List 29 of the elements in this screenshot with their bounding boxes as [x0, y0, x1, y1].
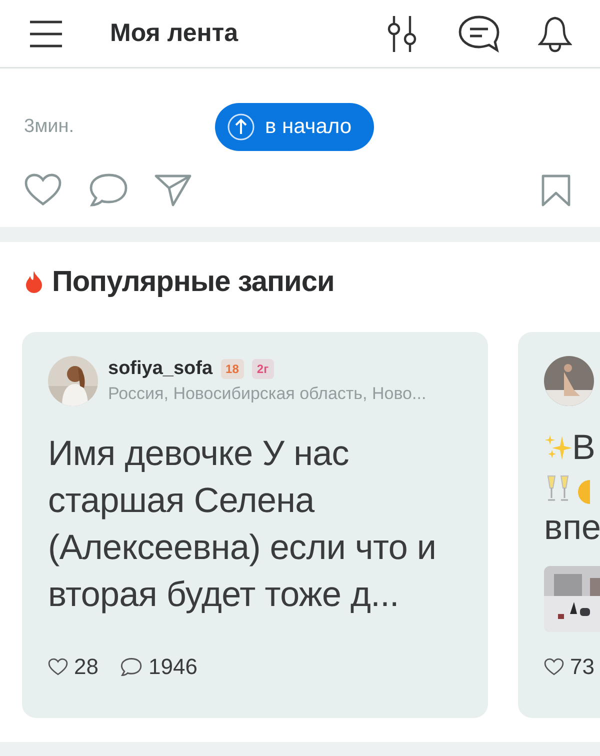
- section-title: Популярные записи: [52, 266, 334, 298]
- bookmark-icon[interactable]: [540, 173, 572, 207]
- fire-icon: [24, 270, 44, 294]
- comment-icon[interactable]: [120, 657, 142, 677]
- post-card[interactable]: sofiya_sofa 18 2г Россия, Новосибирская область, Ново... Имя девочке У нас старшая Селена (Алексеевна) если что и вторая будет тоже д... 28 1946: [22, 332, 488, 718]
- scroll-to-top-button[interactable]: в начало: [215, 103, 374, 151]
- post-text: впе: [544, 508, 600, 548]
- like-icon[interactable]: [48, 658, 68, 676]
- likes-count: 28: [74, 654, 98, 680]
- post-text: Имя девочке У нас старшая Селена (Алексеевна) если что и вторая будет тоже д...: [48, 433, 438, 616]
- arrow-up-icon: [227, 113, 255, 141]
- bell-icon[interactable]: [538, 14, 572, 52]
- like-icon[interactable]: [544, 658, 564, 676]
- page-title: Моя лента: [110, 19, 238, 48]
- sparkles-icon: [544, 434, 572, 462]
- like-icon[interactable]: [24, 173, 62, 207]
- author-name[interactable]: sofiya_sofa: [108, 358, 213, 380]
- menu-icon[interactable]: [28, 18, 64, 48]
- messages-icon[interactable]: [458, 14, 500, 52]
- author-location: Россия, Новосибирская область, Ново...: [108, 384, 426, 404]
- send-icon[interactable]: [154, 173, 192, 207]
- likes-count: 73: [570, 654, 594, 680]
- tag: 2г: [252, 359, 274, 379]
- tag: 18: [220, 359, 244, 379]
- post-text: В: [572, 428, 596, 468]
- comments-count: 1946: [148, 654, 198, 680]
- post-card[interactable]: В впе 73: [518, 332, 600, 718]
- comment-icon[interactable]: [88, 173, 128, 207]
- post-time: 3мин.: [24, 116, 76, 138]
